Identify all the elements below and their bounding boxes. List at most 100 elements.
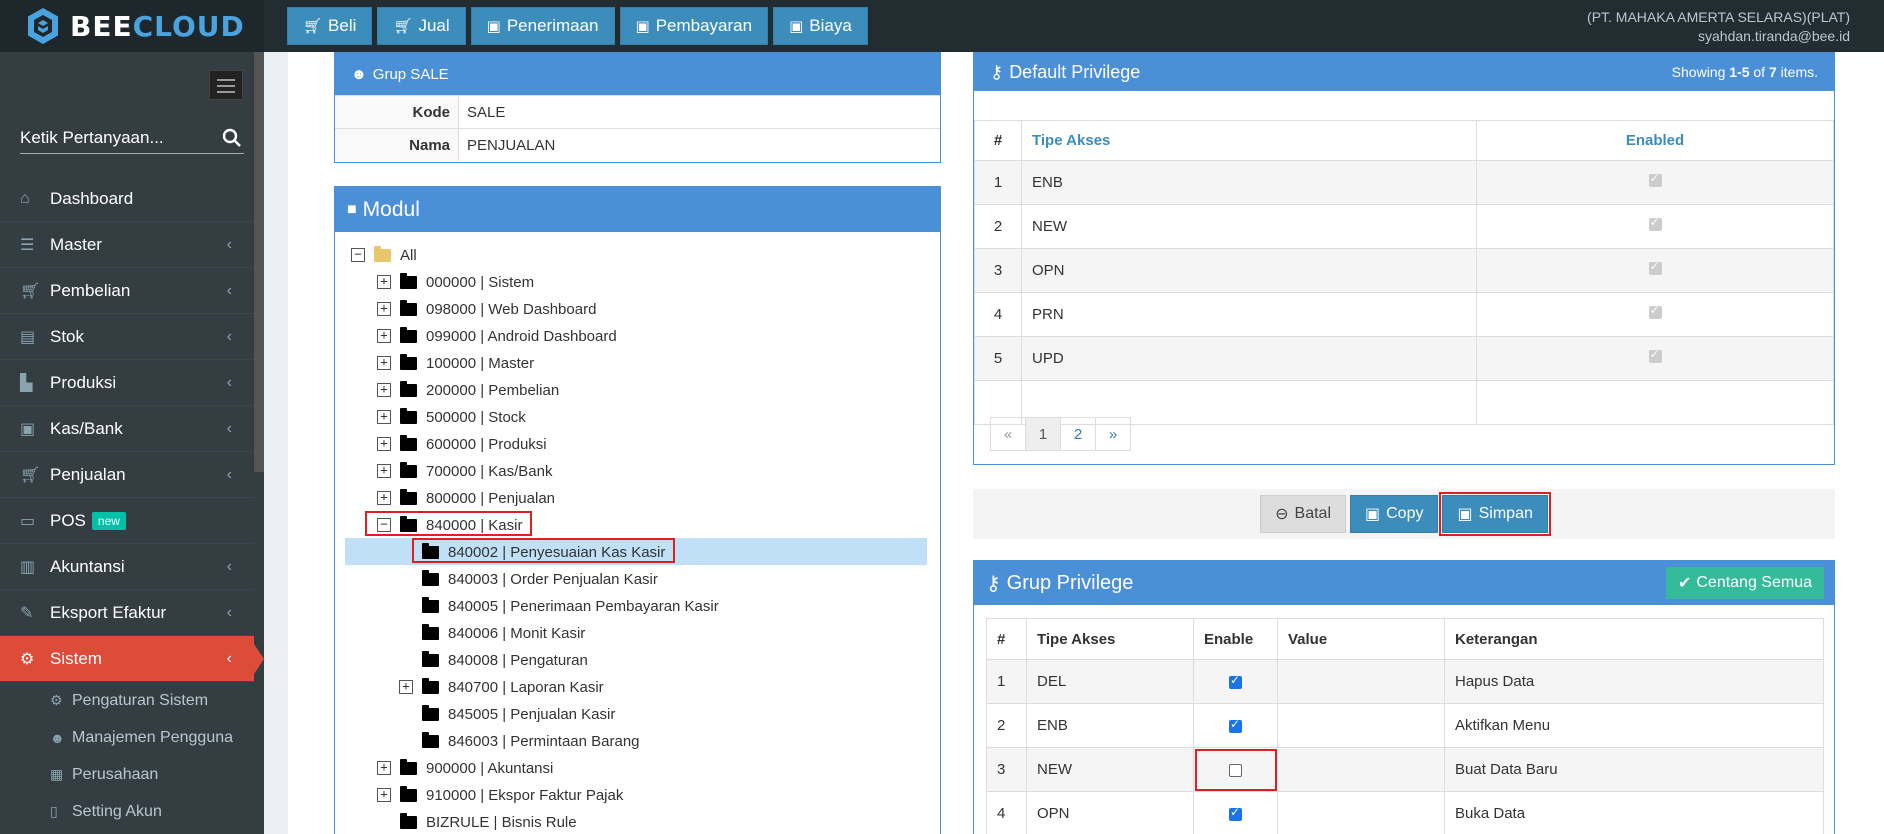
col-tipe-akses-header[interactable]: Tipe Akses <box>1021 120 1477 161</box>
sidebar-scrollbar[interactable] <box>254 52 264 472</box>
sidebar-item-sistem[interactable]: ⚙ Sistem ‹ <box>0 636 264 682</box>
sidebar-subitem-manajemen-pengguna[interactable]: ☻ Manajemen Pengguna <box>0 719 254 756</box>
nav-jual-button[interactable]: 🛒︎ Jual <box>377 7 466 45</box>
tree-node[interactable]: +900000 | Akuntansi <box>377 757 553 779</box>
expand-icon[interactable]: + <box>377 329 391 343</box>
tree-node[interactable]: +098000 | Web Dashboard <box>377 298 596 320</box>
nav-label: Penerimaan <box>506 16 599 35</box>
sidebar-item-eksport-efaktur[interactable]: ✎ Eksport Efaktur ‹ <box>0 590 254 636</box>
collapse-icon[interactable]: − <box>377 518 391 532</box>
kode-value: SALE <box>467 103 506 121</box>
sidebar-item-master[interactable]: ☰ Master ‹ <box>0 222 254 268</box>
action-bar: ⊖ Batal ▣ Copy ▣ Simpan <box>973 489 1835 539</box>
enable-checkbox[interactable] <box>1229 717 1242 733</box>
row-value[interactable] <box>1277 703 1445 748</box>
enable-checkbox[interactable] <box>1229 805 1242 821</box>
col-num-header: # <box>986 618 1027 660</box>
row-num: 2 <box>974 204 1022 249</box>
logo[interactable]: BEECLOUD <box>0 0 264 52</box>
expand-icon[interactable]: + <box>377 788 391 802</box>
sidebar-subitem-perusahaan[interactable]: ▦ Perusahaan <box>0 756 254 793</box>
collapse-icon[interactable]: − <box>351 248 365 262</box>
batal-button[interactable]: ⊖ Batal <box>1260 495 1346 533</box>
centang-semua-button[interactable]: ✔ Centang Semua <box>1665 567 1824 599</box>
row-value[interactable] <box>1277 747 1445 792</box>
tree-node[interactable]: − All <box>351 244 417 266</box>
expand-icon[interactable]: + <box>377 356 391 370</box>
tree-node[interactable]: 840003 | Order Penjualan Kasir <box>399 568 658 590</box>
tree-node[interactable]: 840006 | Monit Kasir <box>399 622 585 644</box>
row-enable <box>1193 747 1278 792</box>
tree-node[interactable]: +200000 | Pembelian <box>377 379 559 401</box>
tree-node[interactable]: 845005 | Penjualan Kasir <box>399 703 615 725</box>
expand-icon[interactable]: + <box>377 761 391 775</box>
nav-penerimaan-button[interactable]: ▣ Penerimaan <box>470 7 615 45</box>
tree-node[interactable]: 846003 | Permintaan Barang <box>399 730 640 752</box>
col-enabled-header[interactable]: Enabled <box>1476 120 1834 161</box>
row-value[interactable] <box>1277 791 1445 834</box>
nav-biaya-button[interactable]: ▣ Biaya <box>773 7 868 45</box>
sidebar-item-pos[interactable]: ▭ POS new <box>0 498 254 544</box>
pager-page-1[interactable]: 1 <box>1025 417 1061 451</box>
tree-node[interactable]: 840005 | Penerimaan Pembayaran Kasir <box>399 595 719 617</box>
simpan-button[interactable]: ▣ Simpan <box>1439 492 1551 536</box>
folder-icon <box>422 650 439 667</box>
tree-node[interactable]: +700000 | Kas/Bank <box>377 460 553 482</box>
tree-node[interactable]: 840008 | Pengaturan <box>399 649 588 671</box>
enable-checkbox[interactable] <box>1229 763 1242 777</box>
sidebar-item-produksi[interactable]: ▙ Produksi ‹ <box>0 360 254 406</box>
top-nav: 🛒︎ Beli 🛒︎ Jual ▣ Penerimaan ▣ Pembayaran ▣ B… <box>287 7 868 45</box>
main-content: ☻ Grup SALE Kode SALE Nama PENJUALAN ■ Modul… <box>288 52 1884 834</box>
row-tipe: DEL <box>1026 659 1194 704</box>
expand-icon[interactable]: + <box>377 491 391 505</box>
expand-icon[interactable]: + <box>377 464 391 478</box>
centang-semua-label: Centang Semua <box>1696 574 1812 591</box>
sidebar-subitem-pengaturan-sistem[interactable]: ⚙ Pengaturan Sistem <box>0 682 254 719</box>
tree-node[interactable]: +100000 | Master <box>377 352 534 374</box>
tree-node[interactable]: BIZRULE | Bisnis Rule <box>377 811 577 833</box>
row-tipe: OPN <box>1021 248 1477 293</box>
sidebar-item-dashboard[interactable]: ⌂ Dashboard <box>0 176 254 222</box>
tree-node[interactable]: +840700 | Laporan Kasir <box>399 676 604 698</box>
sidebar-toggle-button[interactable] <box>209 70 243 100</box>
tree-node[interactable]: +600000 | Produksi <box>377 433 547 455</box>
row-value[interactable] <box>1277 659 1445 704</box>
pager-page-2[interactable]: 2 <box>1060 417 1096 451</box>
tree-node[interactable]: +800000 | Penjualan <box>377 487 555 509</box>
sidebar-item-label: Sistem <box>50 648 102 668</box>
sidebar-item-pembelian[interactable]: 🛒︎ Pembelian ‹ <box>0 268 254 314</box>
expand-icon[interactable]: + <box>377 437 391 451</box>
expand-icon[interactable]: + <box>377 275 391 289</box>
tree-node[interactable]: − 840000 | Kasir <box>377 514 522 536</box>
tree-node[interactable]: +910000 | Ekspor Faktur Pajak <box>377 784 623 806</box>
pager-next[interactable]: » <box>1095 417 1131 451</box>
tree-node[interactable]: +099000 | Android Dashboard <box>377 325 617 347</box>
tree-node[interactable]: 840002 | Penyesuaian Kas Kasir <box>399 541 665 563</box>
enable-checkbox[interactable] <box>1229 673 1242 689</box>
folder-icon <box>422 704 439 721</box>
sidebar-item-akuntansi[interactable]: ▥ Akuntansi ‹ <box>0 544 254 590</box>
table-row: 4OPN Buka Data <box>986 791 1824 834</box>
nav-beli-button[interactable]: 🛒︎ Beli <box>287 7 373 45</box>
sidebar-subitem-setting-akun[interactable]: ▯ Setting Akun <box>0 793 254 830</box>
pager-prev[interactable]: « <box>990 417 1026 451</box>
tree-node[interactable]: +500000 | Stock <box>377 406 526 428</box>
expand-icon[interactable]: + <box>377 302 391 316</box>
tree-node-label: 800000 | Penjualan <box>426 489 556 507</box>
tree-node-label: 000000 | Sistem <box>426 273 535 291</box>
account-info[interactable]: (PT. MAHAKA AMERTA SELARAS)(PLAT) syahda… <box>1587 8 1850 46</box>
tree-node[interactable]: +000000 | Sistem <box>377 271 534 293</box>
sidebar-item-label: Dashboard <box>50 188 134 208</box>
sidebar-item-penjualan[interactable]: 🛒︎ Penjualan ‹ <box>0 452 254 498</box>
nav-pembayaran-button[interactable]: ▣ Pembayaran <box>619 7 769 45</box>
col-num-header: # <box>974 120 1022 161</box>
sidebar-item-stok[interactable]: ▤ Stok ‹ <box>0 314 254 360</box>
table-row: 5 UPD <box>974 336 1834 381</box>
sidebar-item-kasbank[interactable]: ▣ Kas/Bank ‹ <box>0 406 254 452</box>
search-input[interactable] <box>20 124 210 152</box>
expand-icon[interactable]: + <box>377 410 391 424</box>
expand-icon[interactable]: + <box>377 383 391 397</box>
search-icon[interactable] <box>222 128 242 148</box>
copy-button[interactable]: ▣ Copy <box>1350 495 1439 533</box>
expand-icon[interactable]: + <box>399 680 413 694</box>
